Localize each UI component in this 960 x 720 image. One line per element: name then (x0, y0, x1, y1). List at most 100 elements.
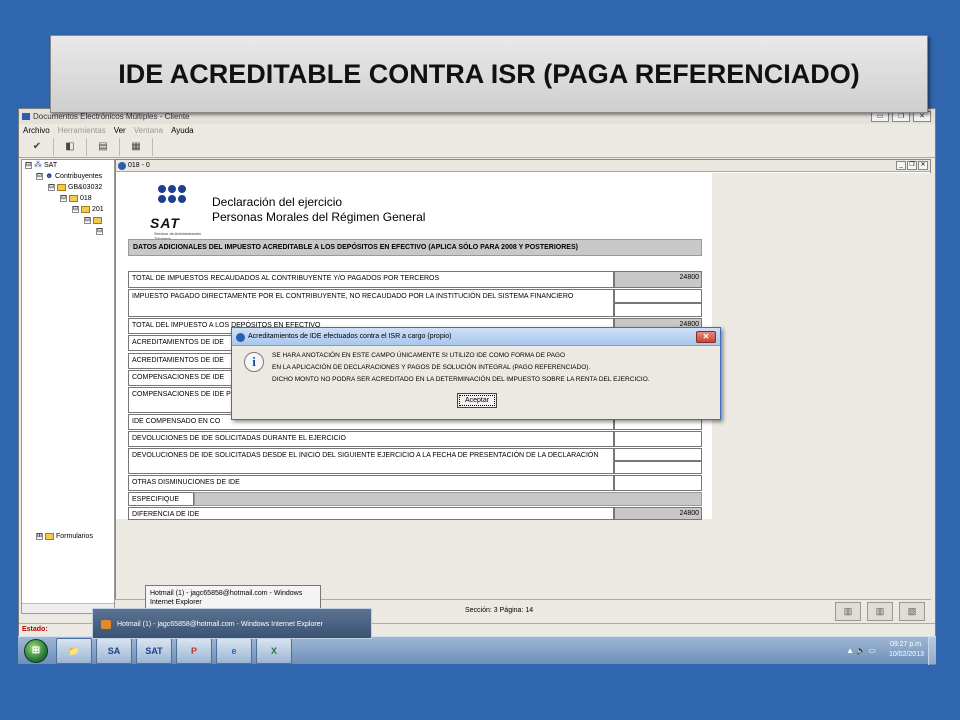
form-row-input[interactable] (614, 431, 702, 447)
clock[interactable]: 09:27 p.m. 10/02/2013 (889, 640, 924, 660)
list-icon[interactable]: ▤ (87, 138, 120, 156)
excel-icon[interactable]: X (256, 638, 292, 664)
check-icon[interactable]: ✔ (21, 138, 54, 156)
clock-date: 10/02/2013 (888, 651, 924, 658)
app-icon (22, 113, 30, 120)
tree-item-rfc[interactable]: ⊟ GB&03032 (48, 183, 102, 193)
tree-item-formularios[interactable]: ⊞ Formularios (36, 532, 93, 542)
tree-item-sub[interactable]: ⊟ (84, 216, 104, 226)
accept-button[interactable]: Aceptar (457, 393, 497, 408)
expand-icon[interactable]: ⊞ (36, 532, 43, 540)
menu-ventana[interactable]: Ventana (134, 124, 163, 138)
form-row-input[interactable] (614, 475, 702, 491)
form-row-input[interactable] (614, 448, 702, 461)
sat-logo-word: SAT (150, 215, 180, 231)
form-row-label: DEVOLUCIONES DE IDE SOLICITADAS DURANTE … (128, 431, 614, 447)
sa-app-icon[interactable]: SA (96, 638, 132, 664)
document-window-controls: _ ❐ ✕ (896, 161, 928, 170)
sat-app-icon[interactable]: SAT (136, 638, 172, 664)
document-background (712, 173, 932, 600)
collapse-icon[interactable]: ⊟ (25, 161, 32, 169)
dialog-close-button[interactable]: ✕ (696, 331, 716, 343)
form-row-value: 24800 (614, 507, 702, 520)
menu-ver[interactable]: Ver (114, 124, 126, 138)
taskbar-tooltip: Hotmail (1) - jagc65858@hotmail.com - Wi… (145, 585, 321, 609)
user-icon: ☻ (45, 171, 54, 181)
next-page-icon[interactable]: ▥ (867, 602, 893, 621)
form-row-input[interactable] (614, 461, 702, 474)
internet-explorer-icon[interactable]: e (216, 638, 252, 664)
tree-item-sat[interactable]: ⊟ ⁂ SAT (25, 161, 57, 171)
menu-bar: Archivo Herramientas Ver Ventana Ayuda (19, 124, 935, 138)
doc-restore-button[interactable]: ❐ (907, 161, 917, 170)
explorer-icon[interactable]: 📁 (56, 638, 92, 664)
doc-close-button[interactable]: ✕ (918, 161, 928, 170)
folder-icon (81, 205, 90, 213)
slide-title: IDE ACREDITABLE CONTRA ISR (PAGA REFEREN… (50, 35, 928, 113)
last-page-icon[interactable]: ▧ (899, 602, 925, 621)
collapse-icon[interactable]: ⊟ (48, 183, 55, 191)
print-icon[interactable]: ▦ (120, 138, 153, 156)
system-tray-icons[interactable]: ▲ 🔈 ▭ (846, 646, 876, 655)
tree-item-contribuyentes[interactable]: ⊟ ☻ Contribuyentes (36, 172, 102, 182)
doc-minimize-button[interactable]: _ (896, 161, 906, 170)
tree-label: GB&03032 (68, 184, 103, 191)
previous-page-icon[interactable]: ▥ (835, 602, 861, 621)
form-row-label: ESPECIFIQUE (128, 492, 194, 506)
taskbar-window-preview[interactable]: Hotmail (1) - jagc65858@hotmail.com - Wi… (92, 608, 372, 639)
tree-label: SAT (44, 162, 58, 169)
start-button[interactable]: ⊞ (24, 639, 48, 663)
document-title-bar: 018 - 0 _ ❐ ✕ (116, 160, 930, 172)
preview-label: Hotmail (1) - jagc65858@hotmail.com - Wi… (117, 621, 323, 628)
tree-label: 201 (92, 206, 104, 213)
hotmail-icon (101, 620, 111, 629)
tooltip-line: Internet Explorer (150, 599, 202, 606)
menu-ayuda[interactable]: Ayuda (171, 124, 194, 138)
collapse-icon[interactable]: ⊟ (60, 194, 67, 202)
form-subheading: Personas Morales del Régimen General (212, 210, 426, 224)
form-row-label: DEVOLUCIONES DE IDE SOLICITADAS DESDE EL… (128, 448, 614, 474)
menu-archivo[interactable]: Archivo (23, 124, 50, 138)
tree-label: Formularios (56, 533, 93, 540)
folder-icon (57, 183, 66, 191)
page-info: Sección: 3 Página: 14 (465, 607, 534, 614)
form-row-value: 24800 (614, 271, 702, 288)
tree-item-sub2[interactable]: ⊟ (96, 227, 105, 237)
form-row-input[interactable] (614, 303, 702, 317)
section-header: DATOS ADICIONALES DEL IMPUESTO ACREDITAB… (128, 239, 702, 256)
document-title: 018 - 0 (128, 162, 150, 169)
show-desktop-button[interactable] (928, 637, 936, 665)
folder-icon (69, 194, 78, 202)
collapse-icon[interactable]: ⊟ (84, 216, 91, 224)
dialog-message-line: EN LA APLICACIÓN DE DECLARACIONES Y PAGO… (272, 364, 591, 371)
form-row-input[interactable] (614, 289, 702, 303)
form-row-label: TOTAL DE IMPUESTOS RECAUDADOS AL CONTRIB… (128, 271, 614, 288)
dialog-title-bar: Acreditamientos de IDE efectuados contra… (232, 328, 720, 346)
clock-time: 09:27 p.m. (889, 641, 924, 648)
taskbar: ⊞ 📁 SA SAT P e X ▲ 🔈 ▭ 09:27 p.m. 10/02/… (18, 636, 936, 665)
tooltip-line: Hotmail (1) - jagc65858@hotmail.com - Wi… (150, 590, 303, 597)
tree-item-year[interactable]: ⊟ 201 (72, 205, 104, 215)
powerpoint-icon[interactable]: P (176, 638, 212, 664)
tree-label: 018 (80, 195, 92, 202)
toolbar: ✔ ◧ ▤ ▦ (19, 138, 935, 158)
form-row-label: DIFERENCIA DE IDE (128, 507, 614, 520)
document-icon (118, 162, 126, 170)
dialog-message-line: SE HARA ANOTACIÓN EN ESTE CAMPO ÚNICAMEN… (272, 352, 566, 359)
sat-node-icon: ⁂ (34, 160, 42, 170)
folder-icon (45, 532, 54, 540)
info-icon: i (244, 352, 264, 372)
form-row-label: IMPUESTO PAGADO DIRECTAMENTE POR EL CONT… (128, 289, 614, 317)
folder-icon (93, 216, 102, 224)
sat-logo-dots (158, 185, 188, 203)
tree-label: Contribuyentes (55, 173, 103, 180)
navigation-tree: ⊟ ⁂ SAT ⊟ ☻ Contribuyentes ⊟ GB&03032 ⊟ 018 ⊟ 2… (21, 159, 115, 614)
especifique-field[interactable] (194, 492, 702, 506)
collapse-icon[interactable]: ⊟ (72, 205, 79, 213)
menu-herramientas[interactable]: Herramientas (58, 124, 106, 138)
collapse-icon[interactable]: ⊟ (36, 172, 43, 180)
tree-item-018[interactable]: ⊟ 018 (60, 194, 92, 204)
collapse-icon[interactable]: ⊟ (96, 227, 103, 235)
dialog-title: Acreditamientos de IDE efectuados contra… (248, 333, 452, 340)
erase-icon[interactable]: ◧ (54, 138, 87, 156)
